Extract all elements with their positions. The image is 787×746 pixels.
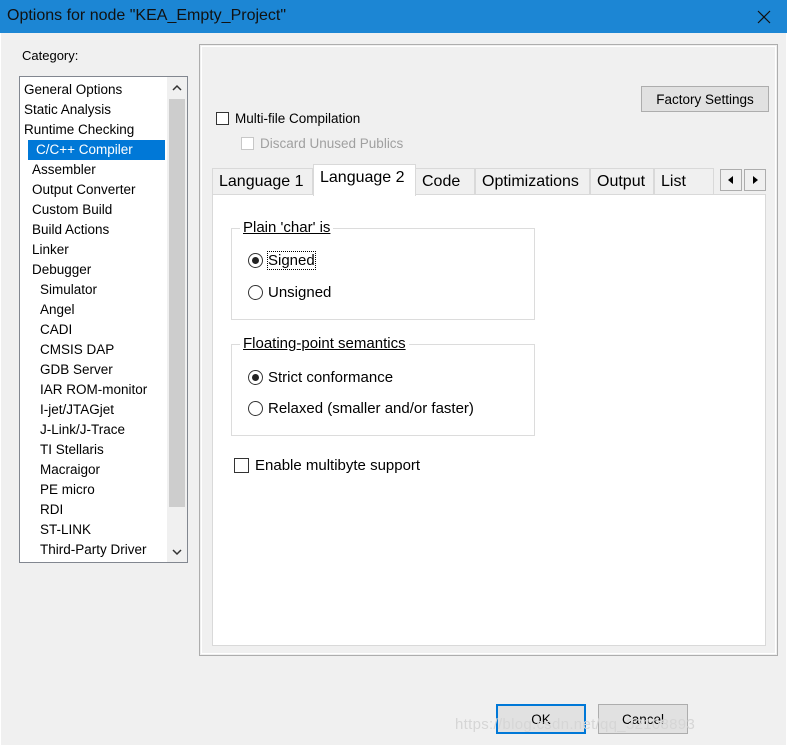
- category-item[interactable]: Macraigor: [20, 460, 100, 480]
- chevron-up-icon: [172, 84, 182, 91]
- relaxed-radio[interactable]: Relaxed (smaller and/or faster): [248, 400, 474, 417]
- category-item[interactable]: ST-LINK: [20, 520, 91, 540]
- category-label: Category:: [22, 48, 79, 63]
- radio-circle[interactable]: [248, 285, 263, 300]
- factory-settings-button[interactable]: Factory Settings: [641, 86, 769, 112]
- category-item[interactable]: Assembler: [20, 160, 96, 180]
- category-item[interactable]: C/C++ Compiler: [28, 140, 165, 160]
- radio-circle[interactable]: [248, 370, 263, 385]
- category-item[interactable]: I-jet/JTAGjet: [20, 400, 114, 420]
- category-item[interactable]: CMSIS DAP: [20, 340, 114, 360]
- category-item[interactable]: Simulator: [20, 280, 97, 300]
- category-item[interactable]: Third-Party Driver: [20, 540, 147, 560]
- strict-conformance-label: Strict conformance: [268, 369, 394, 386]
- strict-conformance-radio[interactable]: Strict conformance: [248, 369, 393, 386]
- category-item[interactable]: Build Actions: [20, 220, 109, 240]
- tab-optimizations[interactable]: Optimizations: [475, 168, 590, 195]
- category-item[interactable]: Linker: [20, 240, 69, 260]
- category-item[interactable]: Runtime Checking: [20, 120, 134, 140]
- scroll-up-arrow[interactable]: [167, 77, 187, 97]
- tab-scroll-right-button[interactable]: [744, 169, 766, 191]
- category-item[interactable]: Angel: [20, 300, 75, 320]
- enable-multibyte-label: Enable multibyte support: [255, 457, 421, 474]
- title-bar: Options for node "KEA_Empty_Project": [0, 0, 787, 33]
- tab-list[interactable]: List: [654, 168, 714, 195]
- watermark: https://blog.csdn.net/qq_32108893: [455, 716, 696, 733]
- radio-circle[interactable]: [248, 253, 263, 268]
- discard-unused-publics-checkbox: Discard Unused Publics: [241, 136, 403, 151]
- scrollbar-thumb[interactable]: [169, 99, 185, 507]
- category-item[interactable]: Custom Build: [20, 200, 112, 220]
- scroll-down-arrow[interactable]: [167, 542, 187, 562]
- category-item[interactable]: IAR ROM-monitor: [20, 380, 147, 400]
- window-title: Options for node "KEA_Empty_Project": [7, 7, 287, 24]
- tab-language-1[interactable]: Language 1: [212, 168, 313, 195]
- tab-output[interactable]: Output: [590, 168, 654, 195]
- category-item[interactable]: Output Converter: [20, 180, 136, 200]
- category-item[interactable]: GDB Server: [20, 360, 113, 380]
- unsigned-label: Unsigned: [268, 284, 332, 301]
- category-item[interactable]: PE micro: [20, 480, 95, 500]
- category-item[interactable]: TI Stellaris: [20, 440, 104, 460]
- tab-page-language-2: Plain 'char' is Signed Unsigned Floating…: [212, 194, 766, 646]
- tab-code[interactable]: Code: [415, 168, 475, 195]
- checkbox-box[interactable]: [234, 458, 249, 473]
- category-item[interactable]: General Options: [20, 80, 122, 100]
- triangle-right-icon: [753, 176, 758, 184]
- signed-label: Signed: [267, 251, 316, 270]
- category-item[interactable]: Debugger: [20, 260, 91, 280]
- close-icon: [757, 10, 771, 23]
- relaxed-label: Relaxed (smaller and/or faster): [268, 400, 474, 417]
- tab-scroll-left-button[interactable]: [720, 169, 742, 191]
- multifile-compilation-checkbox[interactable]: Multi-file Compilation: [216, 111, 360, 126]
- category-item[interactable]: CADI: [20, 320, 72, 340]
- tab-language-2[interactable]: Language 2: [313, 164, 416, 196]
- chevron-down-icon: [172, 548, 182, 555]
- checkbox-box[interactable]: [216, 112, 229, 125]
- category-item[interactable]: J-Link/J-Trace: [20, 420, 125, 440]
- enable-multibyte-checkbox[interactable]: Enable multibyte support: [234, 457, 420, 474]
- plain-char-legend: Plain 'char' is: [240, 219, 334, 236]
- multifile-compilation-label: Multi-file Compilation: [235, 111, 361, 126]
- checkbox-box: [241, 137, 254, 150]
- category-scrollbar[interactable]: [167, 77, 187, 562]
- category-item[interactable]: Static Analysis: [20, 100, 111, 120]
- floating-point-legend: Floating-point semantics: [240, 335, 409, 352]
- floating-point-group: Floating-point semantics Strict conforma…: [231, 335, 535, 436]
- radio-circle[interactable]: [248, 401, 263, 416]
- close-button[interactable]: [741, 0, 787, 33]
- category-item[interactable]: RDI: [20, 500, 63, 520]
- plain-char-group: Plain 'char' is Signed Unsigned: [231, 219, 535, 320]
- category-list[interactable]: General Options Static Analysis Runtime Ch…: [19, 76, 188, 563]
- unsigned-radio[interactable]: Unsigned: [248, 284, 331, 301]
- triangle-left-icon: [728, 176, 733, 184]
- discard-unused-publics-label: Discard Unused Publics: [260, 136, 404, 151]
- signed-radio[interactable]: Signed: [248, 251, 316, 270]
